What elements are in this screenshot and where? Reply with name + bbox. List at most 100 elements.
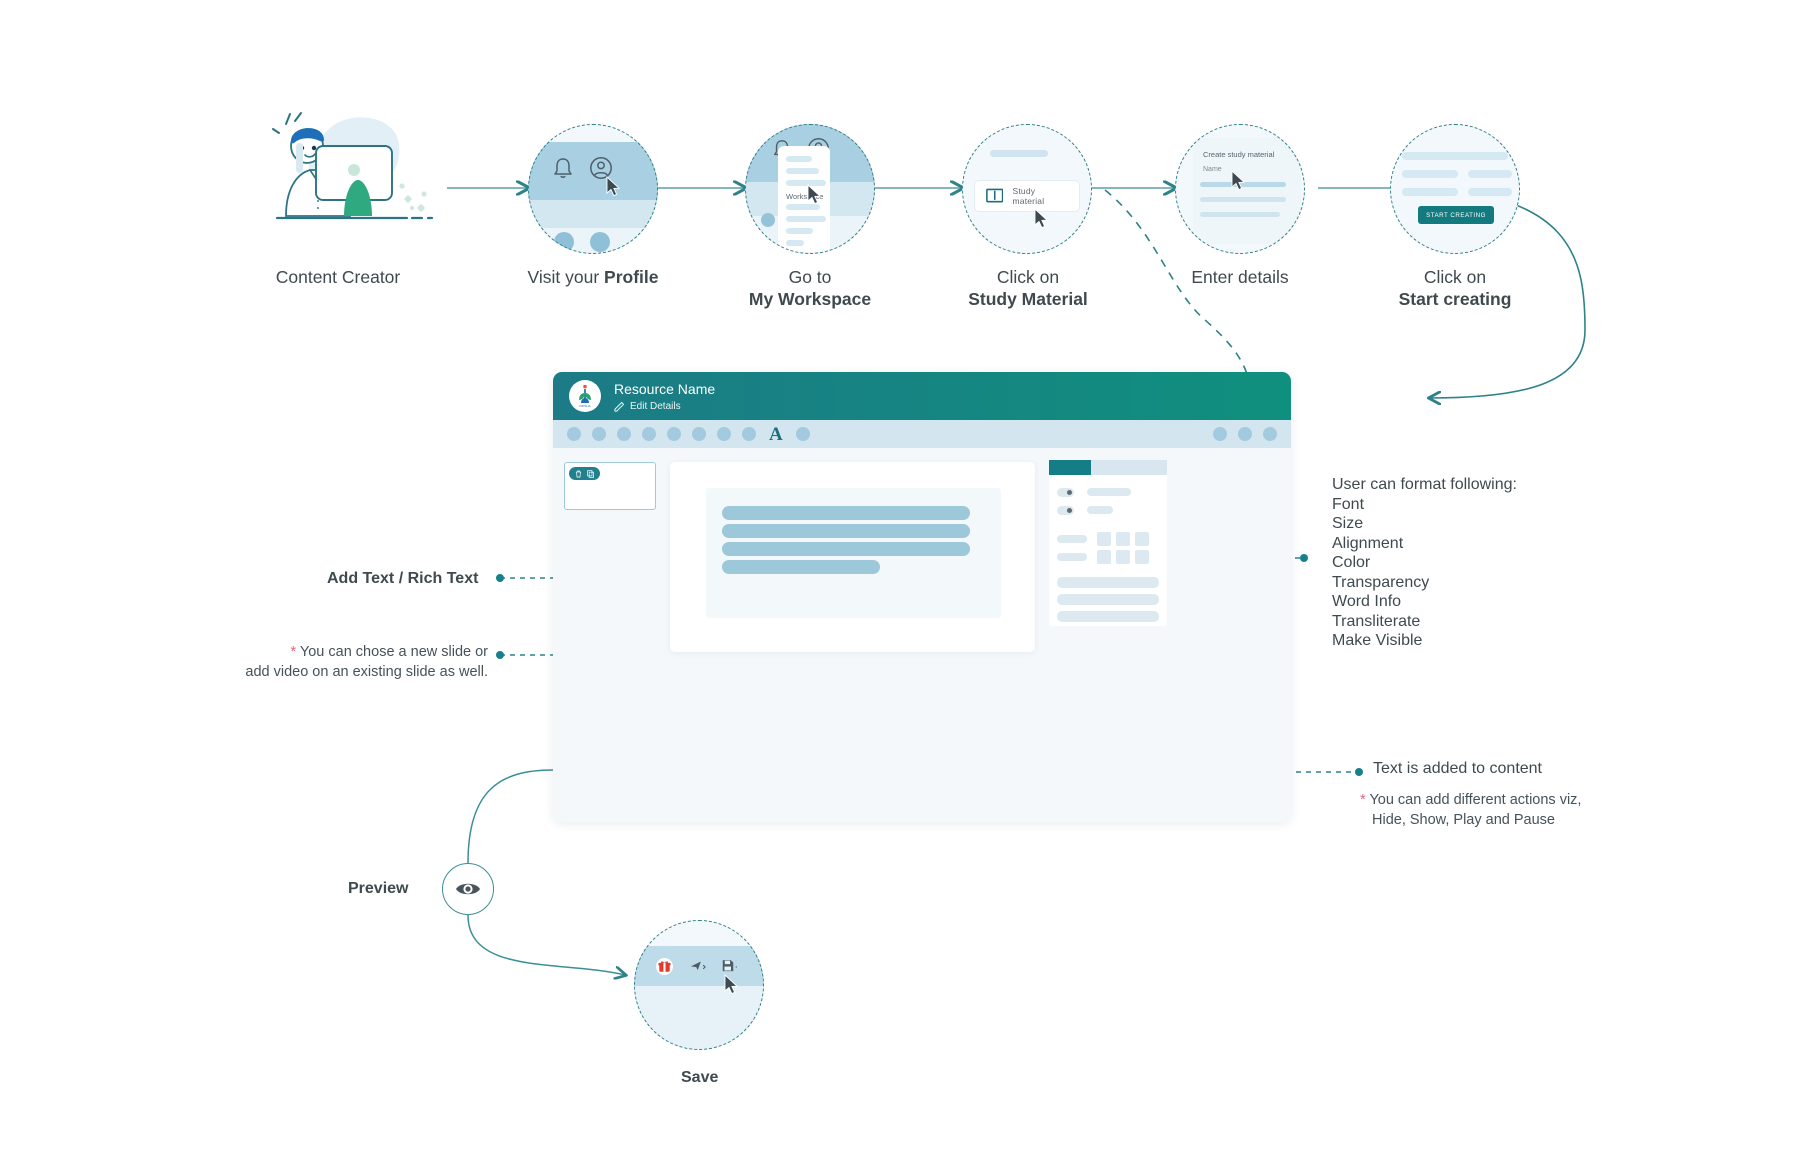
copy-duplicate-icon[interactable] [587, 469, 594, 478]
annotation-save-label: Save [681, 1069, 719, 1086]
step-thumb-study-material: Study material [962, 124, 1092, 254]
slide-thumb-toolbar[interactable] [569, 467, 600, 480]
cursor-pointer-icon [724, 974, 739, 995]
panel-tab-active[interactable] [1049, 460, 1091, 475]
panel-row-3[interactable] [1057, 611, 1159, 622]
content-creator-illustration [272, 112, 434, 220]
swatch-4[interactable] [1097, 550, 1111, 564]
content-editor-window: DIKSHA Resource Name Edit Details A [553, 372, 1291, 822]
panel-row-1[interactable] [1057, 577, 1159, 588]
start-creating-button[interactable]: START CREATING [1418, 206, 1494, 224]
format-option-size: Size [1332, 515, 1364, 532]
toolbar-icon-7[interactable] [717, 427, 731, 441]
annotation-dot-text-added [1355, 768, 1363, 776]
format-option-font: Font [1332, 495, 1365, 513]
format-option-transparency: Transparency [1332, 573, 1430, 591]
svg-text:DIKSHA: DIKSHA [579, 404, 590, 408]
text-line-1 [722, 506, 970, 520]
field-label-3 [1057, 535, 1087, 543]
radio-option-1[interactable] [1057, 488, 1074, 497]
text-line-3 [722, 542, 970, 556]
swatch-5[interactable] [1116, 550, 1130, 564]
toolbar-icon-8[interactable] [742, 427, 756, 441]
format-option-make-visible: Make Visible [1332, 632, 1423, 649]
edit-details-button[interactable]: Edit Details [614, 401, 715, 412]
create-study-material-title: Create study material [1203, 150, 1275, 159]
field-label-1 [1087, 488, 1131, 496]
annotation-actions-note: * You can add different actions viz, Hid… [1360, 792, 1582, 828]
step-label-study-material: Click on Study Material [968, 267, 1088, 309]
bell-icon [554, 158, 572, 178]
toolbar-icon-right-3[interactable] [1263, 427, 1277, 441]
swatch-3[interactable] [1135, 532, 1149, 546]
toolbar-icon-right-1[interactable] [1213, 427, 1227, 441]
format-option-color: Color [1332, 554, 1371, 571]
cursor-pointer-icon [1034, 208, 1049, 229]
annotation-text-added: Text is added to content [1373, 760, 1542, 777]
gift-icon[interactable] [656, 958, 673, 975]
resource-name-title: Resource Name [614, 380, 716, 397]
format-option-transliterate: Transliterate [1332, 612, 1421, 630]
step-thumb-start-creating: START CREATING [1390, 124, 1520, 254]
swatch-2[interactable] [1116, 532, 1130, 546]
step-thumb-save: x [634, 920, 764, 1050]
preview-button[interactable] [442, 863, 494, 915]
annotation-format-options: User can format following: Font Size Ali… [1332, 475, 1517, 651]
annotation-dot-add-text [496, 574, 504, 582]
pencil-edit-icon [614, 401, 625, 412]
send-share-icon[interactable] [690, 960, 707, 973]
save-disk-icon[interactable]: x [722, 959, 737, 973]
step-thumb-enter-details: Create study material Name [1175, 124, 1305, 254]
format-properties-panel[interactable] [1049, 460, 1167, 626]
step-label-my-workspace: Go to My Workspace [748, 267, 872, 309]
text-block-container[interactable] [706, 488, 1001, 618]
format-option-alignment: Alignment [1332, 534, 1404, 552]
slide-thumbnail[interactable] [564, 462, 656, 510]
editor-header: DIKSHA Resource Name Edit Details [553, 372, 1291, 420]
step-thumb-profile [528, 124, 658, 254]
step-label-start-creating: Click on Start creating [1398, 267, 1512, 309]
annotation-preview-label: Preview [348, 880, 409, 897]
text-line-4 [722, 560, 880, 574]
text-line-2 [722, 524, 970, 538]
step-label-visit-profile: Visit your Profile [527, 267, 659, 287]
swatch-6[interactable] [1135, 550, 1149, 564]
toolbar-icon-6[interactable] [692, 427, 706, 441]
step-thumb-workspace: Workspace [745, 124, 875, 254]
eye-preview-icon [456, 883, 480, 895]
panel-tab-rest[interactable] [1091, 460, 1167, 475]
cursor-pointer-icon [606, 176, 621, 197]
editor-toolbar[interactable]: A [553, 420, 1291, 448]
editor-body [553, 448, 1291, 822]
radio-option-2[interactable] [1057, 506, 1074, 515]
annotation-dot-slide-note [496, 651, 504, 659]
swatch-1[interactable] [1097, 532, 1111, 546]
slide-canvas[interactable] [670, 462, 1035, 652]
toolbar-icon-4[interactable] [642, 427, 656, 441]
cursor-pointer-icon [1231, 170, 1246, 191]
toolbar-icon-3[interactable] [617, 427, 631, 441]
trash-delete-icon[interactable] [575, 470, 582, 478]
field-label-4 [1057, 553, 1087, 561]
study-material-button[interactable]: Study material [974, 180, 1080, 212]
annotation-slide-note: * You can chose a new slide or add video… [245, 644, 488, 680]
toolbar-icon-right-2[interactable] [1238, 427, 1252, 441]
flow-diagram-canvas: Content Creator Visit your Profile Works… [0, 0, 1820, 1170]
cursor-pointer-icon [807, 184, 822, 205]
field-label-2 [1087, 506, 1113, 514]
svg-text:x: x [736, 965, 738, 969]
step-label-content-creator: Content Creator [275, 267, 401, 287]
format-heading: User can format following: [1332, 476, 1517, 493]
toolbar-icon-1[interactable] [567, 427, 581, 441]
toolbar-icon-2[interactable] [592, 427, 606, 441]
book-icon [986, 188, 1004, 203]
format-option-word-info: Word Info [1332, 593, 1402, 610]
panel-row-2[interactable] [1057, 594, 1159, 605]
annotation-dot-format-list [1300, 554, 1308, 562]
toolbar-icon-9[interactable] [795, 427, 810, 441]
add-text-tool[interactable]: A [769, 425, 783, 444]
toolbar-icon-5[interactable] [667, 427, 681, 441]
annotation-add-text: Add Text / Rich Text [327, 570, 479, 587]
diksha-logo-icon: DIKSHA [569, 380, 601, 412]
name-field-label: Name [1203, 166, 1222, 173]
